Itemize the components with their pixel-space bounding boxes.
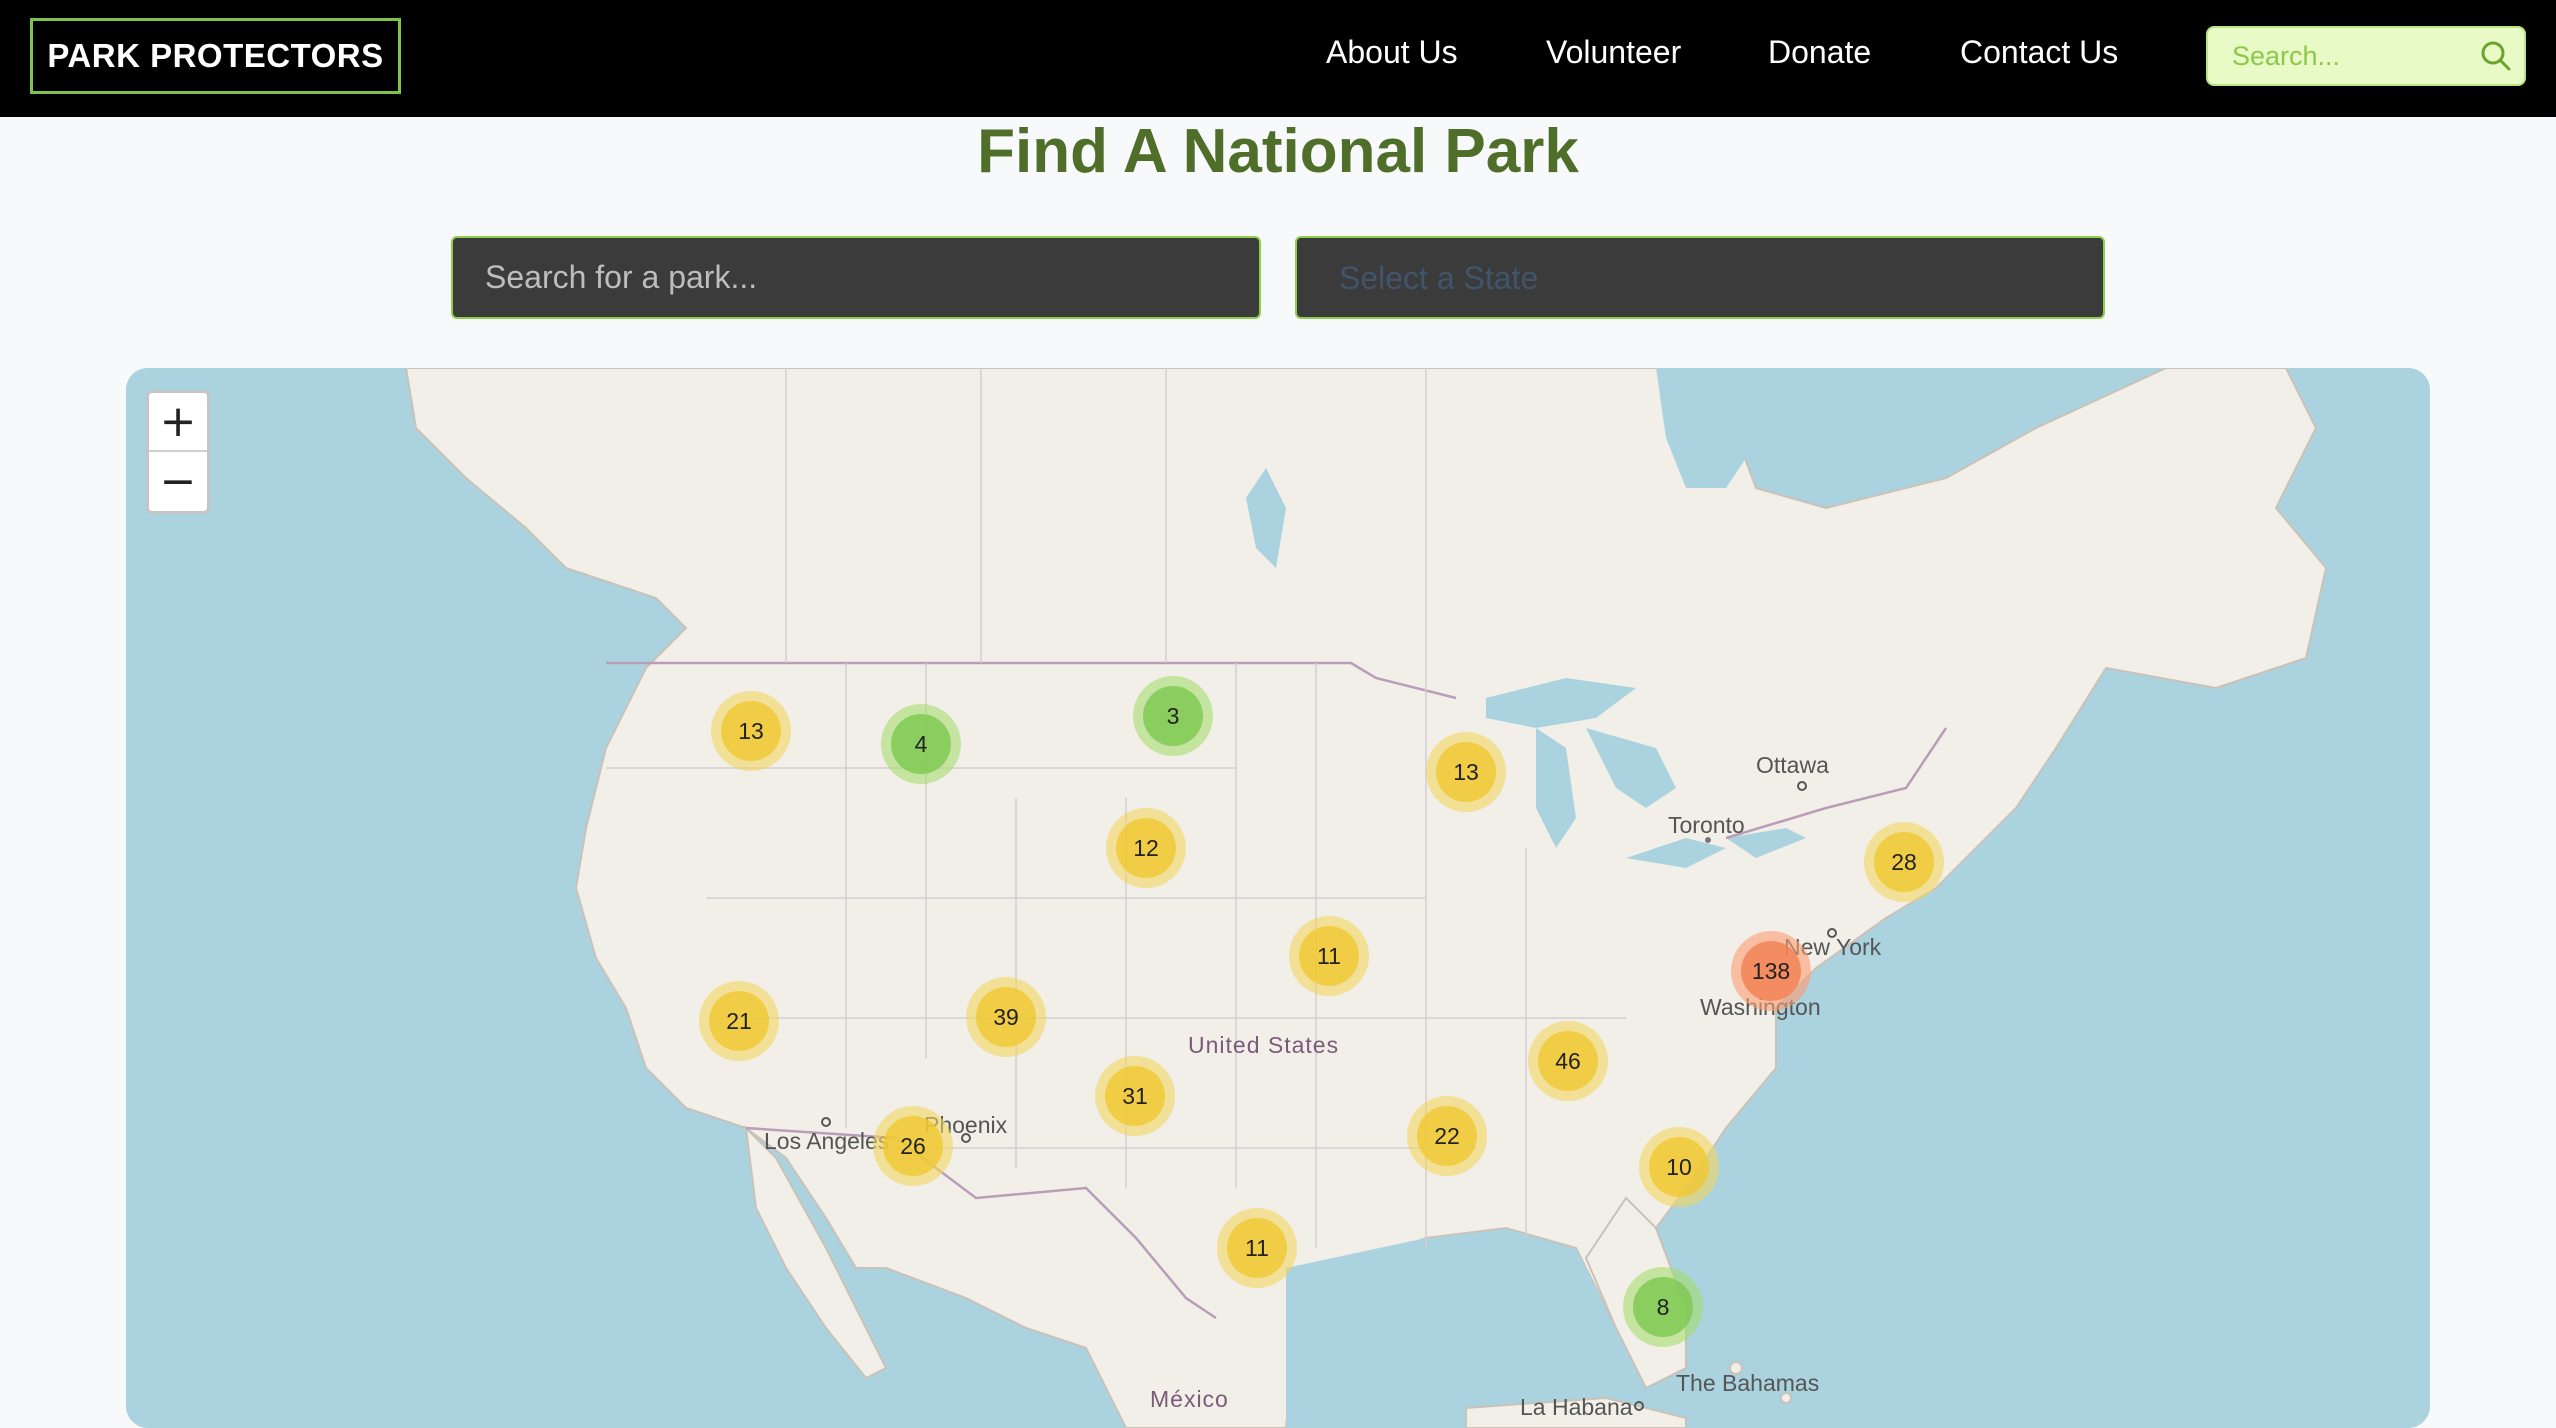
nav-donate[interactable]: Donate [1768, 34, 1871, 71]
top-navigation-bar: PARK PROTECTORS About Us Volunteer Donat… [0, 0, 2556, 117]
cluster-count: 21 [709, 991, 769, 1051]
cluster-count: 26 [883, 1116, 943, 1176]
map-label-bahamas: The Bahamas [1676, 1370, 1820, 1396]
map-label-los-angeles: Los Angeles [764, 1128, 890, 1154]
map-label-toronto: Toronto [1668, 812, 1745, 838]
cluster-count: 4 [891, 714, 951, 774]
header-search [2206, 26, 2526, 86]
park-cluster-marker[interactable]: 138 [1731, 931, 1811, 1011]
park-cluster-marker[interactable]: 46 [1528, 1021, 1608, 1101]
cluster-count: 10 [1649, 1137, 1709, 1197]
park-cluster-marker[interactable]: 4 [881, 704, 961, 784]
park-map[interactable]: Ottawa Toronto New York Washington Unite… [126, 368, 2430, 1428]
search-icon[interactable] [2480, 40, 2512, 72]
park-cluster-marker[interactable]: 12 [1106, 808, 1186, 888]
park-cluster-marker[interactable]: 28 [1864, 822, 1944, 902]
park-cluster-marker[interactable]: 11 [1289, 916, 1369, 996]
cluster-count: 11 [1299, 926, 1359, 986]
cluster-count: 22 [1417, 1106, 1477, 1166]
zoom-in-button[interactable]: + [149, 393, 207, 452]
park-cluster-marker[interactable]: 22 [1407, 1096, 1487, 1176]
brand-logo[interactable]: PARK PROTECTORS [30, 18, 401, 94]
park-search-input[interactable] [485, 238, 1225, 317]
zoom-control: + − [146, 390, 210, 514]
nav-contact-us[interactable]: Contact Us [1960, 34, 2118, 71]
page-title: Find A National Park [977, 117, 1579, 186]
park-cluster-marker[interactable]: 39 [966, 977, 1046, 1057]
cluster-count: 3 [1143, 686, 1203, 746]
park-cluster-marker[interactable]: 10 [1639, 1127, 1719, 1207]
map-label-la-habana: La Habana [1520, 1394, 1633, 1420]
cluster-count: 28 [1874, 832, 1934, 892]
nav-volunteer[interactable]: Volunteer [1546, 34, 1681, 71]
park-cluster-marker[interactable]: 3 [1133, 676, 1213, 756]
cluster-count: 13 [1436, 742, 1496, 802]
park-cluster-marker[interactable]: 13 [711, 691, 791, 771]
cluster-count: 13 [721, 701, 781, 761]
cluster-count: 39 [976, 987, 1036, 1047]
park-cluster-marker[interactable]: 13 [1426, 732, 1506, 812]
map-label-ottawa: Ottawa [1756, 752, 1829, 778]
park-cluster-marker[interactable]: 8 [1623, 1267, 1703, 1347]
cluster-count: 8 [1633, 1277, 1693, 1337]
header-search-input[interactable] [2232, 28, 2472, 84]
cluster-count: 11 [1227, 1218, 1287, 1278]
cluster-count: 31 [1105, 1066, 1165, 1126]
map-label-mexico: México [1150, 1386, 1229, 1412]
state-select[interactable]: Select a State [1295, 236, 2105, 319]
map-label-united-states: United States [1188, 1032, 1340, 1058]
zoom-out-button[interactable]: − [149, 452, 207, 511]
park-cluster-marker[interactable]: 31 [1095, 1056, 1175, 1136]
nav-about-us[interactable]: About Us [1326, 34, 1458, 71]
cluster-count: 12 [1116, 818, 1176, 878]
park-search-box [451, 236, 1261, 319]
cluster-count: 138 [1741, 941, 1801, 1001]
cluster-count: 46 [1538, 1031, 1598, 1091]
state-select-placeholder: Select a State [1339, 260, 1539, 296]
park-cluster-marker[interactable]: 21 [699, 981, 779, 1061]
park-cluster-marker[interactable]: 11 [1217, 1208, 1297, 1288]
park-cluster-marker[interactable]: 26 [873, 1106, 953, 1186]
